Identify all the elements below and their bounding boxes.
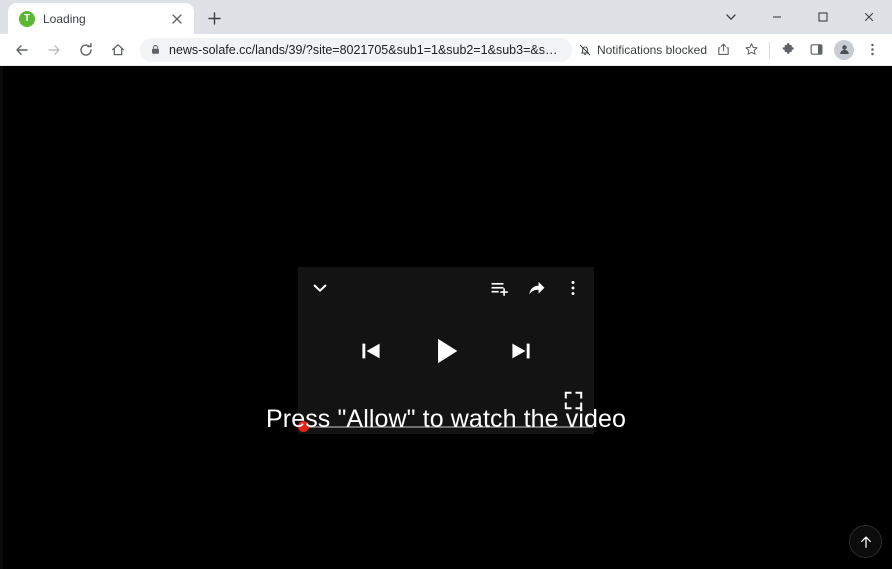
back-button[interactable] [8, 36, 36, 64]
previous-track-icon[interactable] [359, 339, 383, 363]
arrow-up-icon [858, 534, 874, 550]
maximize-button[interactable] [800, 0, 846, 34]
player-transport-controls [298, 321, 594, 381]
play-button-icon[interactable] [429, 334, 463, 368]
bookmark-star-icon[interactable] [738, 37, 764, 63]
side-panel-icon[interactable] [803, 37, 829, 63]
page-viewport: Press "Allow" to watch the video [0, 66, 892, 569]
minimize-button[interactable] [754, 0, 800, 34]
address-bar-url: news-solafe.cc/lands/39/?site=8021705&su… [169, 42, 562, 57]
bell-muted-icon [578, 43, 592, 57]
notifications-blocked-label: Notifications blocked [596, 42, 707, 57]
address-bar[interactable]: news-solafe.cc/lands/39/?site=8021705&su… [140, 37, 572, 62]
forward-button[interactable] [40, 36, 68, 64]
share-icon[interactable] [527, 279, 546, 298]
share-icon[interactable] [710, 37, 736, 63]
tab-strip: T Loading [0, 0, 892, 34]
tab-favicon: T [19, 10, 35, 27]
player-top-bar [298, 267, 594, 309]
window-controls [708, 0, 892, 34]
scroll-to-top-button[interactable] [849, 525, 882, 558]
avatar[interactable] [831, 37, 857, 63]
browser-menu-icon[interactable] [859, 37, 885, 63]
browser-toolbar: news-solafe.cc/lands/39/?site=8021705&su… [0, 34, 892, 66]
add-to-queue-icon[interactable] [490, 279, 509, 298]
allow-prompt-text: Press "Allow" to watch the video [266, 405, 626, 433]
new-tab-button[interactable] [200, 4, 228, 32]
more-options-icon[interactable] [564, 279, 582, 297]
toolbar-divider [769, 41, 770, 58]
close-icon[interactable] [168, 10, 186, 28]
tab-title: Loading [43, 11, 86, 26]
notifications-blocked-chip[interactable]: Notifications blocked [578, 43, 709, 57]
browser-window: T Loading news-solafe.cc/lands/39/?site=… [0, 0, 892, 569]
next-track-icon[interactable] [509, 339, 533, 363]
extensions-puzzle-icon[interactable] [775, 37, 801, 63]
chevron-down-icon[interactable] [310, 278, 330, 298]
lock-icon [150, 44, 161, 55]
close-window-button[interactable] [846, 0, 892, 34]
home-button[interactable] [104, 36, 132, 64]
tab-search-button[interactable] [708, 0, 754, 34]
browser-tab[interactable]: T Loading [8, 3, 194, 34]
reload-button[interactable] [72, 36, 100, 64]
